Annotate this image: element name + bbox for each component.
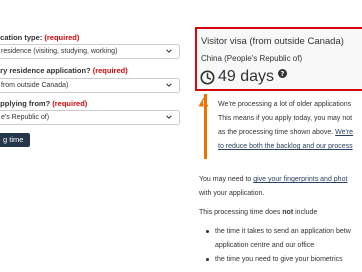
processing-time: 49 days ? [200,67,288,87]
exclusion-paragraph: This processing time does not include [199,209,318,216]
clock-icon [200,69,215,85]
result-title: Visitor visa (from outside Canada) [201,36,344,47]
notice-link[interactable]: We're [335,129,353,136]
required-marker: (required) [44,33,80,42]
fingerprints-paragraph-cont: with your application. [199,190,265,197]
required-marker: (required) [92,66,128,75]
chevron-down-icon [166,83,172,87]
svg-text:?: ? [281,70,285,78]
notice-link-continued[interactable]: to reduce both the backlog and our proce… [218,143,353,150]
result-country: China (People's Republic of) [201,54,303,63]
residence-application-label: ary residence application? (required) [0,66,128,75]
applying-from-select[interactable]: e's Republic of) [0,110,180,125]
residence-application-select[interactable]: from outside Canada) [0,78,180,93]
fingerprints-paragraph: You may need to give your fingerprints a… [199,176,348,183]
fingerprints-link[interactable]: give your fingerprints and phot [253,176,347,183]
processing-time-result: Visitor visa (from outside Canada) China… [195,27,362,91]
get-processing-time-button[interactable]: g time [0,133,31,147]
application-type-select[interactable]: residence (visiting, studying, working) [0,44,180,59]
applying-from-value: e's Republic of) [1,114,50,121]
warning-notice: We're processing a lot of older applicat… [218,98,362,154]
list-item: the time you need to give your biometric… [206,256,343,263]
warning-icon [198,97,209,107]
processing-time-value: 49 days [218,68,275,85]
residence-application-value: from outside Canada) [1,82,69,89]
bullet-icon [206,257,209,261]
chevron-down-icon [166,49,172,53]
chevron-down-icon [166,115,172,119]
emphasis-not: not [282,209,294,216]
list-item-continued: application centre and our office [215,242,315,249]
info-icon[interactable]: ? [278,68,288,78]
list-item: the time it takes to send an application… [206,228,351,235]
bullet-icon [206,229,209,233]
notice-line-3: as the processing time shown above. [218,129,334,136]
notice-line-2: This means if you apply today, you may n… [218,115,353,122]
application-type-label: lication type: (required) [0,33,80,42]
applying-from-label: applying from? (required) [0,99,88,108]
required-marker: (required) [52,99,88,108]
notice-line-1: We're processing a lot of older applicat… [218,101,352,108]
application-type-value: residence (visiting, studying, working) [1,48,118,55]
